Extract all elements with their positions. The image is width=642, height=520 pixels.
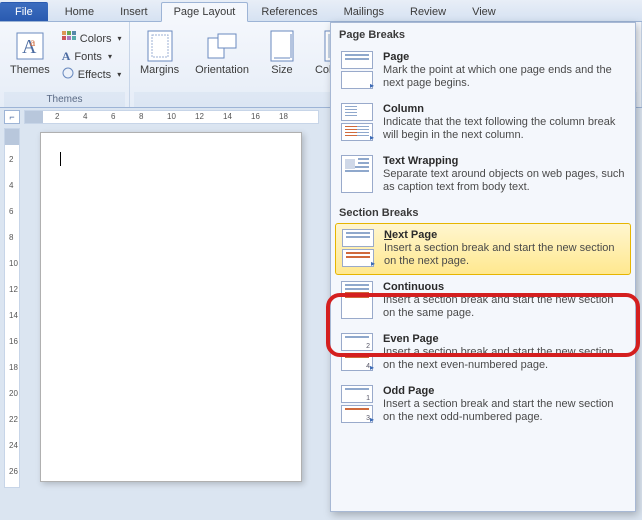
tab-insert[interactable]: Insert bbox=[107, 2, 161, 21]
effects-label: Effects bbox=[78, 69, 111, 81]
orientation-icon bbox=[206, 30, 238, 62]
text-cursor bbox=[60, 152, 61, 166]
menu-item-title: Text Wrapping bbox=[383, 155, 625, 167]
vruler-tick: 2 bbox=[9, 155, 13, 164]
ruler-corner[interactable]: ⌐ bbox=[4, 110, 20, 124]
next-page-icon bbox=[342, 229, 374, 269]
margins-icon bbox=[144, 30, 176, 62]
hruler-tick: 16 bbox=[251, 112, 260, 121]
vruler-tick: 12 bbox=[9, 285, 18, 294]
vruler-tick: 26 bbox=[9, 467, 18, 476]
breaks-dropdown: Page Breaks Page Mark the point at which… bbox=[330, 22, 636, 512]
menu-item-desc: Mark the point at which one page ends an… bbox=[383, 64, 625, 90]
horizontal-ruler[interactable]: 2 4 6 8 10 12 14 16 18 bbox=[24, 110, 319, 124]
menu-item-desc: Separate text around objects on web page… bbox=[383, 168, 625, 194]
menu-item-desc: Insert a section break and start the new… bbox=[383, 346, 625, 372]
menu-item-desc: Insert a section break and start the new… bbox=[383, 398, 625, 424]
group-themes: Aa Themes Colors▾ A Fonts▾ Effects▾ T bbox=[0, 22, 130, 107]
size-icon bbox=[266, 30, 298, 62]
margins-button[interactable]: Margins bbox=[134, 28, 185, 78]
vruler-tick: 4 bbox=[9, 181, 13, 190]
menu-item-title: Page bbox=[383, 51, 625, 63]
document-page[interactable] bbox=[40, 132, 302, 482]
menu-item-column[interactable]: Column Indicate that the text following … bbox=[331, 97, 635, 149]
hruler-tick: 8 bbox=[139, 112, 143, 121]
dropdown-header-page-breaks: Page Breaks bbox=[331, 23, 635, 45]
menu-item-next-page[interactable]: Next Page Insert a section break and sta… bbox=[335, 223, 631, 275]
vruler-tick: 16 bbox=[9, 337, 18, 346]
menu-item-desc: Insert a section break and start the new… bbox=[384, 242, 624, 268]
menu-item-page[interactable]: Page Mark the point at which one page en… bbox=[331, 45, 635, 97]
colors-button[interactable]: Colors▾ bbox=[60, 30, 124, 47]
menu-item-title: Continuous bbox=[383, 281, 625, 293]
tab-review[interactable]: Review bbox=[397, 2, 459, 21]
fonts-label: Fonts bbox=[74, 51, 102, 63]
tab-mailings[interactable]: Mailings bbox=[331, 2, 397, 21]
dropdown-header-section-breaks: Section Breaks bbox=[331, 201, 635, 223]
vruler-tick: 6 bbox=[9, 207, 13, 216]
column-break-icon bbox=[341, 103, 373, 143]
even-page-icon: 2 4 bbox=[341, 333, 373, 373]
vruler-tick: 22 bbox=[9, 415, 18, 424]
tab-file[interactable]: File bbox=[0, 2, 48, 21]
vruler-tick: 18 bbox=[9, 363, 18, 372]
menu-item-continuous[interactable]: Continuous Insert a section break and st… bbox=[331, 275, 635, 327]
menu-item-odd-page[interactable]: 1 3 Odd Page Insert a section break and … bbox=[331, 379, 635, 431]
orientation-label: Orientation bbox=[195, 64, 249, 76]
colors-icon bbox=[62, 31, 76, 46]
menu-item-title: Column bbox=[383, 103, 625, 115]
effects-icon bbox=[62, 67, 74, 82]
hruler-tick: 18 bbox=[279, 112, 288, 121]
orientation-button[interactable]: Orientation bbox=[189, 28, 255, 78]
themes-icon: Aa bbox=[14, 30, 46, 62]
hruler-tick: 4 bbox=[83, 112, 87, 121]
vruler-tick: 8 bbox=[9, 233, 13, 242]
fonts-button[interactable]: A Fonts▾ bbox=[60, 48, 124, 65]
hruler-tick: 12 bbox=[195, 112, 204, 121]
tab-home[interactable]: Home bbox=[52, 2, 107, 21]
tab-view[interactable]: View bbox=[459, 2, 509, 21]
vruler-tick: 10 bbox=[9, 259, 18, 268]
hruler-tick: 14 bbox=[223, 112, 232, 121]
menu-item-title: Next Page bbox=[384, 229, 624, 241]
hruler-tick: 2 bbox=[55, 112, 59, 121]
tab-references[interactable]: References bbox=[248, 2, 330, 21]
group-themes-label: Themes bbox=[4, 92, 125, 107]
menu-item-text-wrapping[interactable]: Text Wrapping Separate text around objec… bbox=[331, 149, 635, 201]
fonts-icon: A bbox=[62, 49, 71, 64]
menu-item-even-page[interactable]: 2 4 Even Page Insert a section break and… bbox=[331, 327, 635, 379]
hruler-tick: 6 bbox=[111, 112, 115, 121]
text-wrapping-icon bbox=[341, 155, 373, 195]
hruler-tick: 10 bbox=[167, 112, 176, 121]
effects-button[interactable]: Effects▾ bbox=[60, 66, 124, 83]
vertical-ruler[interactable]: 2 4 6 8 10 12 14 16 18 20 22 24 26 bbox=[4, 128, 20, 488]
menu-item-desc: Indicate that the text following the col… bbox=[383, 116, 625, 142]
svg-text:a: a bbox=[30, 35, 36, 49]
odd-page-icon: 1 3 bbox=[341, 385, 373, 425]
tab-page-layout[interactable]: Page Layout bbox=[161, 2, 249, 22]
menu-item-desc: Insert a section break and start the new… bbox=[383, 294, 625, 320]
colors-label: Colors bbox=[80, 33, 112, 45]
page-break-icon bbox=[341, 51, 373, 91]
menu-item-title: Odd Page bbox=[383, 385, 625, 397]
margins-label: Margins bbox=[140, 64, 179, 76]
themes-label: Themes bbox=[10, 64, 50, 76]
continuous-icon bbox=[341, 281, 373, 321]
vruler-tick: 20 bbox=[9, 389, 18, 398]
menu-item-title: Even Page bbox=[383, 333, 625, 345]
size-label: Size bbox=[271, 64, 292, 76]
themes-button[interactable]: Aa Themes bbox=[4, 28, 56, 78]
ribbon-tabs: File Home Insert Page Layout References … bbox=[0, 0, 642, 22]
size-button[interactable]: Size bbox=[259, 28, 305, 78]
vruler-tick: 14 bbox=[9, 311, 18, 320]
vruler-tick: 24 bbox=[9, 441, 18, 450]
